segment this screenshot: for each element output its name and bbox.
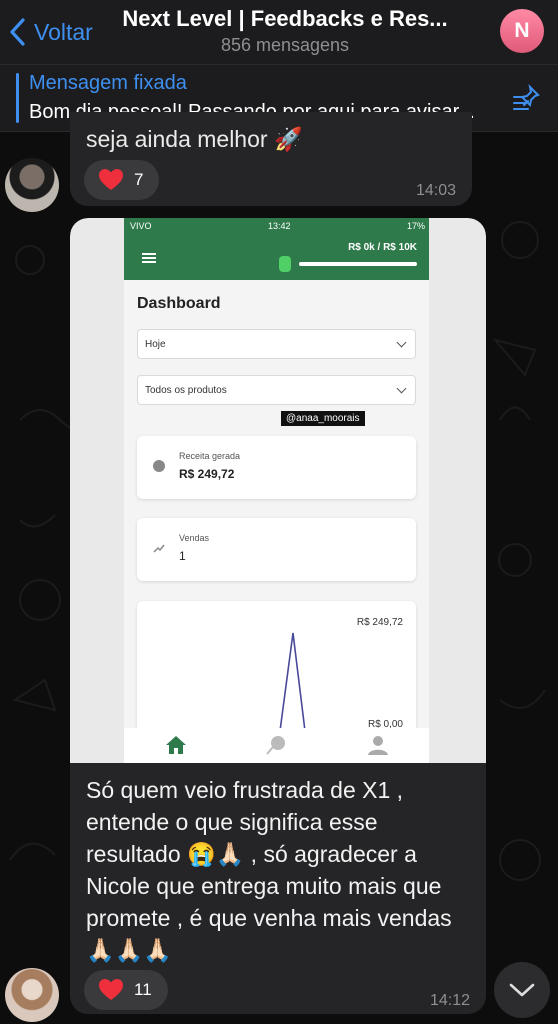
status-battery: 17% [406,221,425,231]
pinned-indicator [16,73,19,123]
app-tab-bar [124,728,429,763]
app-header: VIVO 13:42 17% R$ 0k / R$ 10K [124,218,429,280]
chart-line [279,632,306,732]
goal-progress-bar [299,262,417,266]
chat-header: Voltar Next Level | Feedbacks e Res... 8… [0,0,558,64]
pinned-label: Mensagem fixada [29,72,187,94]
coin-icon: $ [153,460,165,472]
chat-title-area[interactable]: Next Level | Feedbacks e Res... 856 mens… [100,6,470,56]
period-value: Hoje [145,338,166,350]
scroll-to-bottom-button[interactable] [494,962,550,1018]
message-bubble[interactable]: VIVO 13:42 17% R$ 0k / R$ 10K Dashboard … [70,218,486,1014]
watermark: @anaa_moorais [281,411,365,426]
profile-icon [368,736,388,755]
back-label: Voltar [34,18,93,45]
products-value: Todos os produtos [145,384,227,396]
avatar-letter: N [514,19,530,42]
chat-title: Next Level | Feedbacks e Res... [122,6,448,31]
message-text: Só quem veio frustrada de X1 , entende o… [86,777,459,963]
chevron-down-icon [396,337,407,348]
message-text: seja ainda melhor 🚀 [86,126,303,152]
rocket-icon [266,736,285,755]
back-button[interactable]: Voltar [8,14,93,50]
dashboard-title: Dashboard [137,295,221,312]
sales-label: Vendas [179,533,210,543]
revenue-label: Receita gerada [179,451,241,461]
sales-value: 1 [179,549,186,563]
sender-avatar[interactable] [5,158,59,212]
sender-avatar[interactable] [5,968,59,1022]
status-time: 13:42 [267,221,291,231]
chevron-down-icon [509,983,535,997]
products-select: Todos os produtos [137,375,416,405]
reaction-count: 11 [134,980,152,999]
reaction-chip[interactable]: 11 [84,970,168,1010]
trend-up-icon [153,544,165,553]
screenshot-phone-screen: VIVO 13:42 17% R$ 0k / R$ 10K Dashboard … [124,218,429,763]
message-count: 856 mensagens [220,35,350,55]
status-carrier: VIVO [130,221,152,231]
message-time: 14:12 [429,992,470,1009]
message-bubble[interactable]: seja ainda melhor 🚀 7 14:03 [70,112,472,206]
chevron-down-icon [396,383,407,394]
heart-icon [99,979,123,1000]
phone-status-bar: VIVO 13:42 17% [130,221,425,231]
goal-text: R$ 0k / R$ 10K [348,242,417,253]
revenue-card: $ Receita gerada R$ 249,72 [137,436,416,499]
reaction-chip[interactable]: 7 [84,160,160,200]
reaction-count: 7 [134,170,144,189]
period-select: Hoje [137,329,416,359]
heart-icon [99,169,123,190]
revenue-value: R$ 249,72 [179,467,235,481]
sales-card: Vendas 1 [137,518,416,581]
menu-icon [142,253,156,263]
message-time: 14:03 [415,182,456,199]
attached-screenshot[interactable]: VIVO 13:42 17% R$ 0k / R$ 10K Dashboard … [70,218,486,763]
chevron-left-icon [10,18,25,46]
chart-max-label: R$ 249,72 [356,617,403,628]
pinned-list-icon[interactable] [512,83,542,113]
home-icon [166,736,186,754]
gem-icon [279,256,291,272]
group-avatar[interactable]: N [500,9,544,53]
